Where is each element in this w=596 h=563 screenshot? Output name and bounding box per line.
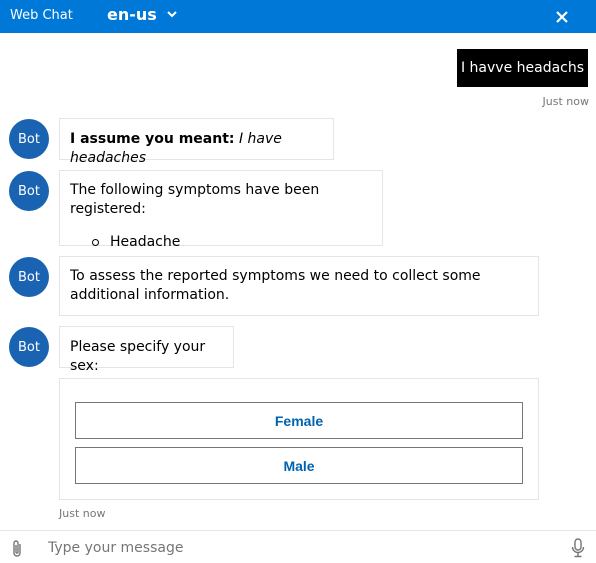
symptom-item: Headache [92, 233, 372, 252]
language-label: en-us [107, 5, 157, 24]
user-message-bubble: I havve headachs [457, 49, 588, 87]
bot-message-correction: I assume you meant: I have headaches [59, 118, 334, 166]
bot-avatar: Bot [9, 171, 49, 211]
bot-message-assess: To assess the reported symptoms we need … [59, 256, 539, 316]
microphone-icon[interactable] [571, 538, 585, 558]
close-icon[interactable] [554, 9, 570, 25]
symptoms-intro: The following symptoms have been registe… [70, 182, 320, 217]
bot-avatar: Bot [9, 327, 49, 367]
message-input[interactable] [48, 537, 548, 559]
chat-header: Web Chat en-us [0, 0, 596, 33]
suggested-actions-card: Female Male [59, 378, 539, 500]
bot-message-sex-prompt: Please specify your sex: [59, 326, 234, 374]
header-title: Web Chat [10, 8, 73, 23]
bot-message-timestamp: Just now [59, 507, 106, 520]
paperclip-icon[interactable] [10, 539, 24, 559]
language-selector[interactable]: en-us [107, 5, 177, 24]
chevron-down-icon [167, 11, 177, 18]
user-message-text: I havve headachs [460, 60, 585, 76]
bot-avatar: Bot [9, 257, 49, 297]
female-button[interactable]: Female [75, 402, 523, 439]
user-message-timestamp: Just now [542, 95, 589, 108]
bot-message-symptoms: The following symptoms have been registe… [59, 170, 383, 250]
bot-avatar: Bot [9, 119, 49, 159]
correction-prefix: I assume you meant: [70, 131, 235, 147]
symptom-list: Headache [92, 233, 372, 252]
male-button[interactable]: Male [75, 447, 523, 484]
message-composer [0, 530, 596, 563]
